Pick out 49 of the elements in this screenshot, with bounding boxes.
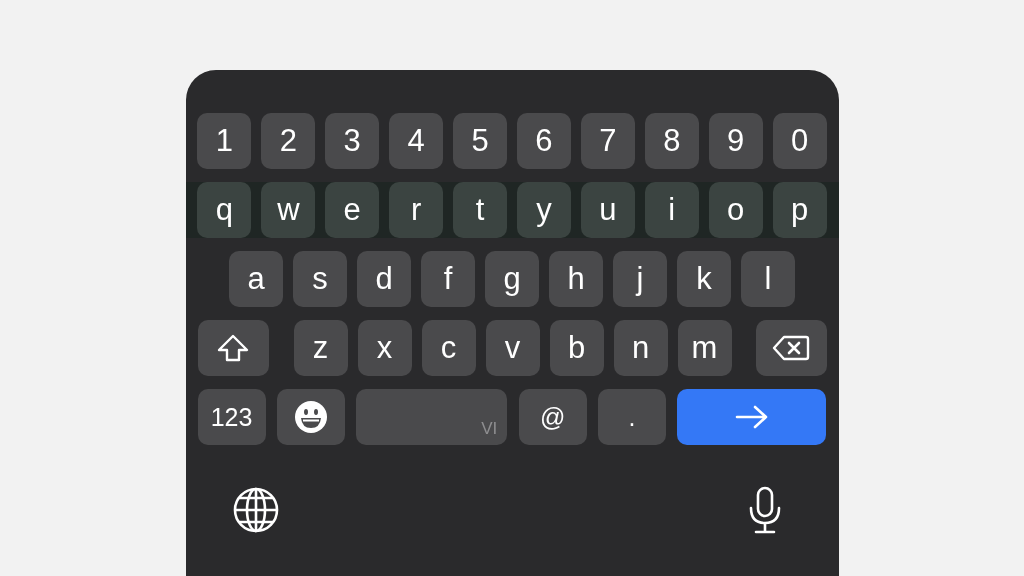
number-key[interactable]: 9: [708, 113, 763, 169]
letter-key[interactable]: e: [325, 182, 380, 238]
number-key[interactable]: 5: [453, 113, 507, 169]
numbers-key[interactable]: 123: [197, 389, 266, 445]
letter-key[interactable]: i: [644, 182, 699, 238]
letter-key[interactable]: @: [518, 389, 587, 445]
delete-icon: [772, 334, 810, 362]
emoji-key[interactable]: [276, 389, 345, 445]
letter-key[interactable]: z: [293, 320, 348, 376]
letter-key[interactable]: a: [229, 251, 283, 307]
letter-key[interactable]: s: [293, 251, 347, 307]
arrow-icon: [734, 405, 769, 429]
letter-key[interactable]: c: [421, 320, 476, 376]
number-key[interactable]: 8: [644, 113, 699, 169]
number-key[interactable]: 1: [197, 113, 252, 169]
number-key[interactable]: 3: [325, 113, 380, 169]
letter-key[interactable]: k: [677, 251, 731, 307]
shift-key[interactable]: [197, 320, 269, 376]
letter-key[interactable]: g: [485, 251, 539, 307]
letter-key[interactable]: o: [708, 182, 763, 238]
letter-key[interactable]: t: [453, 182, 507, 238]
number-key[interactable]: 0: [772, 113, 827, 169]
letter-key[interactable]: b: [549, 320, 604, 376]
letter-key[interactable]: y: [517, 182, 571, 238]
language-label: VI: [481, 419, 498, 439]
letter-key[interactable]: j: [613, 251, 667, 307]
delete-key[interactable]: [755, 320, 827, 376]
letter-key[interactable]: h: [549, 251, 603, 307]
letter-key[interactable]: l: [741, 251, 795, 307]
globe-icon[interactable]: [232, 487, 279, 533]
letter-key[interactable]: q: [197, 182, 252, 238]
number-key[interactable]: 2: [261, 113, 316, 169]
letter-key[interactable]: d: [357, 251, 411, 307]
number-key[interactable]: 4: [389, 113, 444, 169]
letter-key[interactable]: r: [389, 182, 444, 238]
letter-key[interactable]: v: [485, 320, 540, 376]
smiley-icon: [293, 400, 328, 434]
number-key[interactable]: 7: [580, 113, 635, 169]
letter-key[interactable]: w: [261, 182, 316, 238]
microphone-icon[interactable]: [747, 486, 782, 534]
number-key[interactable]: 6: [517, 113, 571, 169]
letter-key[interactable]: p: [772, 182, 827, 238]
letter-key[interactable]: u: [580, 182, 635, 238]
letter-key[interactable]: n: [613, 320, 668, 376]
shift-icon: [216, 333, 250, 363]
letter-key[interactable]: m: [677, 320, 732, 376]
letter-key[interactable]: f: [421, 251, 475, 307]
letter-key[interactable]: .: [598, 389, 667, 445]
letter-key[interactable]: x: [357, 320, 412, 376]
